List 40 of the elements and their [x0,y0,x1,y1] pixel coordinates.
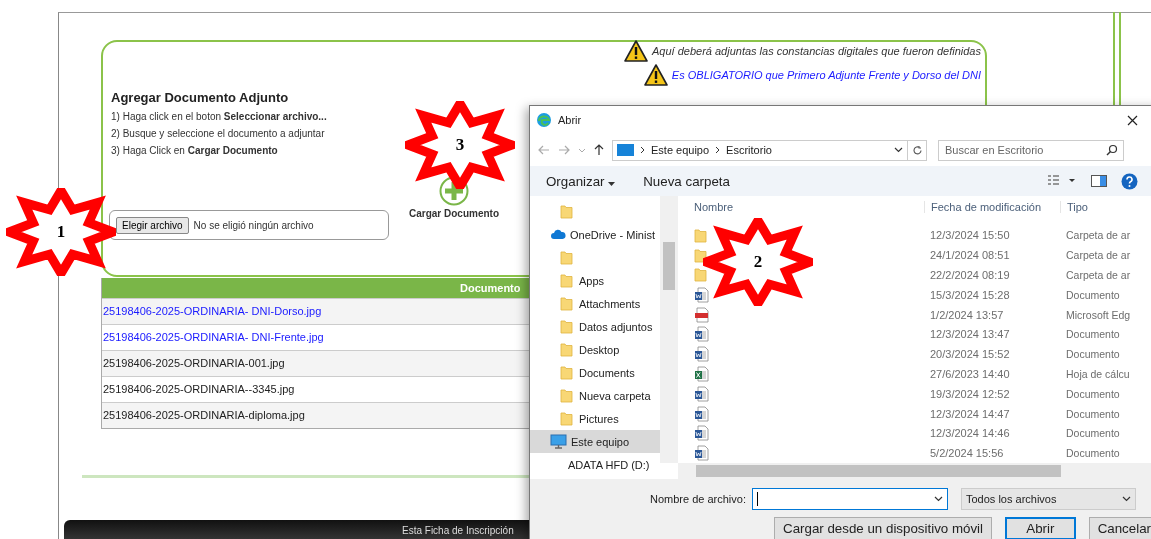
instruction-step: 2) Busque y seleccione el documento a adjuntar [111,125,325,142]
date-cell-text: 12/3/2024 15:50 [929,229,1011,242]
nav-label: Este equipo [571,435,630,448]
date-cell-text: 12/3/2024 13:47 [929,328,1011,341]
type-cell-text: Carpeta de ar [1065,229,1131,242]
step-number-marker: 1 [6,188,116,276]
instruction-step: 3) Haga Click en Cargar Documento [111,142,278,159]
step-number-marker: 2 [703,218,813,306]
type-cell-text: Documento [1065,407,1120,420]
nav-label: OneDrive - Minist [570,228,655,241]
date-cell-text: 5/2/2024 15:56 [929,447,1005,460]
nav-label: ADATA HFD (D:) [568,458,650,471]
type-cell-text: Documento [1065,328,1120,341]
footer-text: Esta Ficha de Inscripción [402,525,514,536]
required-notice: Es OBLIGATORIO que Primero Adjunte Frente y Dorso del DNI [671,69,981,81]
nav-label: Datos adjuntos [579,320,653,333]
step-number-marker: 3 [405,101,515,189]
type-cell-text: Documento [1065,447,1120,460]
type-cell-text: Documento [1065,288,1120,301]
type-cell-text: Documento [1065,427,1120,440]
type-cell-text: Hoja de cálcu [1065,367,1130,380]
date-cell-text: 12/3/2024 14:46 [929,427,1011,440]
nav-label: Documents [579,366,635,379]
type-cell-text: Carpeta de ar [1065,268,1131,281]
type-cell-text: Documento [1065,387,1120,400]
nav-label: Attachments [579,297,641,310]
filename-label: Nombre de archivo: [649,493,747,505]
date-cell-text: 1/2/2024 13:57 [929,308,1005,321]
date-cell-text: 22/2/2024 08:19 [929,268,1011,281]
file-status-text: No se eligió ningún archivo [193,219,314,231]
instruction-step: 1) Haga click en el boton Seleccionar archivo... [111,108,327,125]
nav-label: Pictures [579,412,619,425]
dialog-title: Abrir [558,114,583,126]
nav-label: Nueva carpeta [579,389,651,402]
type-cell-text: Documento [1065,348,1120,361]
date-cell-text: 24/1/2024 08:51 [929,249,1011,262]
section-heading: Agregar Documento Adjunto [111,90,289,105]
type-cell-text: Microsoft Edg [1065,308,1131,321]
info-notice: Aquí deberá adjuntas las constancias digitales que fueron definidas [652,45,981,57]
type-cell-text: Carpeta de ar [1065,249,1131,262]
